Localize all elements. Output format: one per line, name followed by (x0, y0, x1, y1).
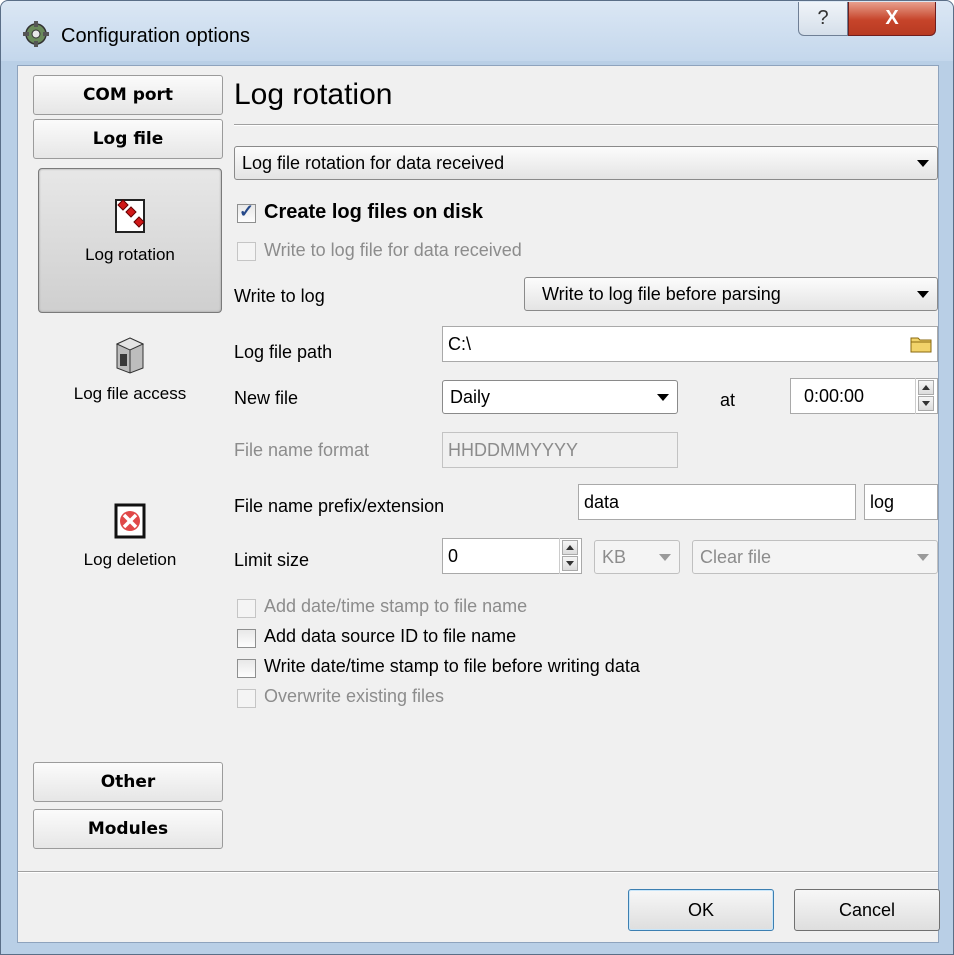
new-file-select[interactable]: Daily (442, 380, 678, 414)
chevron-down-icon (659, 554, 671, 561)
limit-size-unit-value: KB (602, 547, 627, 567)
time-spinner[interactable] (915, 378, 935, 414)
new-file-time-input[interactable]: 0:00:00 (790, 378, 938, 414)
rotation-type-value: Log file rotation for data received (242, 153, 505, 173)
create-log-files-checkbox[interactable] (237, 201, 256, 223)
folder-browse-icon[interactable] (909, 332, 933, 356)
spin-up-icon[interactable] (918, 380, 934, 395)
file-prefix-value: data (584, 492, 620, 512)
spin-down-icon[interactable] (562, 556, 578, 571)
limit-size-action-value: Clear file (700, 547, 772, 567)
prefix-extension-label: File name prefix/extension (234, 496, 445, 516)
chevron-down-icon (917, 554, 929, 561)
overwrite-files-checkbox[interactable] (237, 689, 256, 708)
spin-up-icon[interactable] (562, 540, 578, 555)
limit-size-spinner[interactable] (559, 538, 579, 574)
file-name-format-label: File name format (234, 440, 370, 460)
window-title: Configuration options (61, 25, 251, 47)
rotation-type-select[interactable]: Log file rotation for data received (234, 146, 938, 180)
nav-item-label: Log file access (73, 384, 187, 403)
limit-size-unit-select[interactable]: KB (594, 540, 680, 574)
chevron-down-icon (657, 394, 669, 401)
nav-item-log-rotation[interactable]: Log rotation (38, 168, 222, 313)
nav-item-log-file-access[interactable]: Log file access (38, 336, 222, 446)
nav-item-log-deletion[interactable]: Log deletion (38, 502, 222, 612)
diamonds-icon (115, 199, 145, 233)
dialog-client-area: COM port Log file Log rotation Log file … (17, 65, 940, 943)
at-label: at (720, 390, 736, 410)
heading-divider (234, 124, 938, 126)
write-log-received-checkbox[interactable] (237, 242, 256, 261)
chevron-down-icon (917, 291, 929, 298)
write-log-received-label: Write to log file for data received (264, 240, 522, 260)
overwrite-files-label: Overwrite existing files (264, 686, 445, 706)
limit-size-input[interactable]: 0 (442, 538, 582, 574)
spin-down-icon[interactable] (918, 396, 934, 411)
file-name-format-value: HHDDMMYYYY (448, 440, 579, 460)
settings-app-icon (23, 21, 49, 47)
limit-size-action-select[interactable]: Clear file (692, 540, 938, 574)
close-button[interactable]: X (848, 2, 936, 36)
log-file-path-value: C:\ (448, 334, 472, 354)
page-title: Log rotation (234, 78, 393, 111)
file-prefix-input[interactable]: data (578, 484, 856, 520)
nav-other-button[interactable]: Other (33, 762, 223, 802)
log-file-path-input[interactable]: C:\ (442, 326, 938, 362)
add-datetime-stamp-label: Add date/time stamp to file name (264, 596, 528, 616)
log-file-path-label: Log file path (234, 342, 333, 362)
write-to-log-select[interactable]: Write to log file before parsing (524, 277, 938, 311)
add-source-id-checkbox[interactable] (237, 629, 256, 648)
file-name-format-input[interactable]: HHDDMMYYYY (442, 432, 678, 468)
title-bar[interactable]: Configuration options ? X (1, 1, 953, 61)
footer-divider (18, 871, 938, 873)
delete-icon (114, 503, 146, 539)
chevron-down-icon (917, 160, 929, 167)
nav-modules-button[interactable]: Modules (33, 809, 223, 849)
write-to-log-value: Write to log file before parsing (542, 284, 781, 304)
write-datetime-stamp-label: Write date/time stamp to file before wri… (264, 656, 640, 676)
new-file-label: New file (234, 388, 299, 408)
write-to-log-label: Write to log (234, 286, 325, 306)
new-file-value: Daily (450, 387, 491, 407)
nav-log-file-button[interactable]: Log file (33, 119, 223, 159)
nav-item-label: Log rotation (85, 245, 175, 264)
file-extension-input[interactable]: log (864, 484, 938, 520)
write-datetime-stamp-checkbox[interactable] (237, 659, 256, 678)
dialog-window: Configuration options ? X COM port Log f… (0, 0, 954, 955)
limit-size-label: Limit size (234, 550, 310, 570)
ok-button[interactable]: OK (628, 889, 774, 931)
nav-item-label: Log deletion (83, 550, 177, 569)
limit-size-value: 0 (448, 546, 459, 566)
cancel-button[interactable]: Cancel (794, 889, 940, 931)
nav-com-port-button[interactable]: COM port (33, 75, 223, 115)
new-file-time-value: 0:00:00 (804, 386, 865, 406)
add-datetime-stamp-checkbox[interactable] (237, 599, 256, 618)
help-button[interactable]: ? (798, 2, 848, 36)
server-icon (115, 337, 145, 374)
add-source-id-label: Add data source ID to file name (264, 626, 517, 646)
file-extension-value: log (870, 492, 895, 512)
create-log-files-label: Create log files on disk (264, 201, 483, 223)
